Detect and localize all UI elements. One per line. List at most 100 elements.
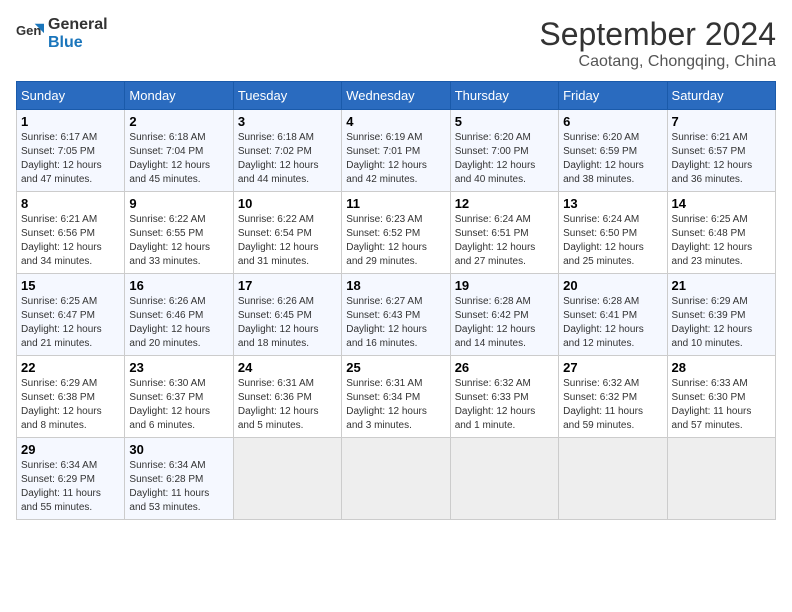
calendar-cell: 21 Sunrise: 6:29 AM Sunset: 6:39 PM Dayli… xyxy=(667,274,775,356)
calendar-cell: 4 Sunrise: 6:19 AM Sunset: 7:01 PM Daylig… xyxy=(342,110,450,192)
day-number: 6 xyxy=(563,114,662,129)
day-number: 14 xyxy=(672,196,771,211)
day-info: Sunrise: 6:22 AM Sunset: 6:55 PM Dayligh… xyxy=(129,213,228,269)
day-info: Sunrise: 6:33 AM Sunset: 6:30 PM Dayligh… xyxy=(672,377,771,433)
day-number: 8 xyxy=(21,196,120,211)
calendar-cell: 11 Sunrise: 6:23 AM Sunset: 6:52 PM Dayli… xyxy=(342,192,450,274)
day-number: 27 xyxy=(563,360,662,375)
calendar-cell: 9Sunrise: 6:22 AM Sunset: 6:55 PM Daylig… xyxy=(125,192,233,274)
day-info: Sunrise: 6:29 AM Sunset: 6:39 PM Dayligh… xyxy=(672,295,771,351)
calendar-cell: 12 Sunrise: 6:24 AM Sunset: 6:51 PM Dayli… xyxy=(450,192,558,274)
day-info: Sunrise: 6:26 AM Sunset: 6:46 PM Dayligh… xyxy=(129,295,228,351)
calendar-cell: 26 Sunrise: 6:32 AM Sunset: 6:33 PM Dayli… xyxy=(450,356,558,438)
day-number: 23 xyxy=(129,360,228,375)
day-number: 20 xyxy=(563,278,662,293)
day-number: 24 xyxy=(238,360,337,375)
day-number: 13 xyxy=(563,196,662,211)
day-info: Sunrise: 6:30 AM Sunset: 6:37 PM Dayligh… xyxy=(129,377,228,433)
calendar-cell: 16 Sunrise: 6:26 AM Sunset: 6:46 PM Dayli… xyxy=(125,274,233,356)
day-info: Sunrise: 6:32 AM Sunset: 6:33 PM Dayligh… xyxy=(455,377,554,433)
calendar-cell: 13Sunrise: 6:24 AM Sunset: 6:50 PM Dayli… xyxy=(559,192,667,274)
weekday-monday: Monday xyxy=(125,82,233,110)
day-number: 25 xyxy=(346,360,445,375)
day-number: 15 xyxy=(21,278,120,293)
calendar-cell: 22Sunrise: 6:29 AM Sunset: 6:38 PM Dayli… xyxy=(17,356,125,438)
logo-icon: Gen xyxy=(16,20,44,48)
day-info: Sunrise: 6:31 AM Sunset: 6:36 PM Dayligh… xyxy=(238,377,337,433)
day-number: 18 xyxy=(346,278,445,293)
logo: Gen General Blue xyxy=(16,16,108,52)
logo-line1: General xyxy=(48,16,108,34)
day-number: 28 xyxy=(672,360,771,375)
calendar-cell: 5Sunrise: 6:20 AM Sunset: 7:00 PM Daylig… xyxy=(450,110,558,192)
weekday-wednesday: Wednesday xyxy=(342,82,450,110)
weekday-friday: Friday xyxy=(559,82,667,110)
calendar-cell xyxy=(233,438,341,520)
weekday-tuesday: Tuesday xyxy=(233,82,341,110)
calendar-cell: 15Sunrise: 6:25 AM Sunset: 6:47 PM Dayli… xyxy=(17,274,125,356)
calendar-week-4: 22Sunrise: 6:29 AM Sunset: 6:38 PM Dayli… xyxy=(17,356,776,438)
calendar-cell: 25 Sunrise: 6:31 AM Sunset: 6:34 PM Dayli… xyxy=(342,356,450,438)
day-info: Sunrise: 6:18 AM Sunset: 7:04 PM Dayligh… xyxy=(129,131,228,187)
day-number: 7 xyxy=(672,114,771,129)
day-info: Sunrise: 6:28 AM Sunset: 6:42 PM Dayligh… xyxy=(455,295,554,351)
calendar-cell: 23 Sunrise: 6:30 AM Sunset: 6:37 PM Dayli… xyxy=(125,356,233,438)
calendar-cell: 6 Sunrise: 6:20 AM Sunset: 6:59 PM Daylig… xyxy=(559,110,667,192)
day-info: Sunrise: 6:17 AM Sunset: 7:05 PM Dayligh… xyxy=(21,131,120,187)
calendar-cell: 14Sunrise: 6:25 AM Sunset: 6:48 PM Dayli… xyxy=(667,192,775,274)
calendar-cell: 29Sunrise: 6:34 AM Sunset: 6:29 PM Dayli… xyxy=(17,438,125,520)
day-number: 2 xyxy=(129,114,228,129)
calendar-cell: 10 Sunrise: 6:22 AM Sunset: 6:54 PM Dayli… xyxy=(233,192,341,274)
day-info: Sunrise: 6:28 AM Sunset: 6:41 PM Dayligh… xyxy=(563,295,662,351)
calendar-cell: 19Sunrise: 6:28 AM Sunset: 6:42 PM Dayli… xyxy=(450,274,558,356)
calendar-cell: 28 Sunrise: 6:33 AM Sunset: 6:30 PM Dayli… xyxy=(667,356,775,438)
day-info: Sunrise: 6:23 AM Sunset: 6:52 PM Dayligh… xyxy=(346,213,445,269)
calendar-week-5: 29Sunrise: 6:34 AM Sunset: 6:29 PM Dayli… xyxy=(17,438,776,520)
logo-line2: Blue xyxy=(48,34,108,52)
day-info: Sunrise: 6:34 AM Sunset: 6:29 PM Dayligh… xyxy=(21,459,120,515)
day-number: 4 xyxy=(346,114,445,129)
day-info: Sunrise: 6:20 AM Sunset: 7:00 PM Dayligh… xyxy=(455,131,554,187)
day-info: Sunrise: 6:21 AM Sunset: 6:57 PM Dayligh… xyxy=(672,131,771,187)
calendar-cell xyxy=(559,438,667,520)
day-number: 1 xyxy=(21,114,120,129)
calendar-cell: 27Sunrise: 6:32 AM Sunset: 6:32 PM Dayli… xyxy=(559,356,667,438)
calendar-week-3: 15Sunrise: 6:25 AM Sunset: 6:47 PM Dayli… xyxy=(17,274,776,356)
day-number: 17 xyxy=(238,278,337,293)
day-number: 12 xyxy=(455,196,554,211)
weekday-saturday: Saturday xyxy=(667,82,775,110)
calendar-cell: 8 Sunrise: 6:21 AM Sunset: 6:56 PM Daylig… xyxy=(17,192,125,274)
day-number: 11 xyxy=(346,196,445,211)
calendar-cell: 24 Sunrise: 6:31 AM Sunset: 6:36 PM Dayli… xyxy=(233,356,341,438)
calendar-cell: 7 Sunrise: 6:21 AM Sunset: 6:57 PM Daylig… xyxy=(667,110,775,192)
day-info: Sunrise: 6:22 AM Sunset: 6:54 PM Dayligh… xyxy=(238,213,337,269)
day-info: Sunrise: 6:21 AM Sunset: 6:56 PM Dayligh… xyxy=(21,213,120,269)
calendar-cell: 1 Sunrise: 6:17 AM Sunset: 7:05 PM Daylig… xyxy=(17,110,125,192)
calendar-cell xyxy=(667,438,775,520)
calendar-cell: 17Sunrise: 6:26 AM Sunset: 6:45 PM Dayli… xyxy=(233,274,341,356)
day-info: Sunrise: 6:19 AM Sunset: 7:01 PM Dayligh… xyxy=(346,131,445,187)
weekday-header-row: SundayMondayTuesdayWednesdayThursdayFrid… xyxy=(17,82,776,110)
day-number: 30 xyxy=(129,442,228,457)
day-number: 22 xyxy=(21,360,120,375)
day-info: Sunrise: 6:24 AM Sunset: 6:51 PM Dayligh… xyxy=(455,213,554,269)
day-number: 21 xyxy=(672,278,771,293)
calendar-cell: 20 Sunrise: 6:28 AM Sunset: 6:41 PM Dayli… xyxy=(559,274,667,356)
title-area: September 2024 Caotang, Chongqing, China xyxy=(539,16,776,71)
calendar-week-1: 1 Sunrise: 6:17 AM Sunset: 7:05 PM Daylig… xyxy=(17,110,776,192)
day-info: Sunrise: 6:18 AM Sunset: 7:02 PM Dayligh… xyxy=(238,131,337,187)
day-number: 26 xyxy=(455,360,554,375)
day-info: Sunrise: 6:34 AM Sunset: 6:28 PM Dayligh… xyxy=(129,459,228,515)
calendar-cell xyxy=(342,438,450,520)
calendar-cell: 18 Sunrise: 6:27 AM Sunset: 6:43 PM Dayli… xyxy=(342,274,450,356)
day-number: 16 xyxy=(129,278,228,293)
day-info: Sunrise: 6:27 AM Sunset: 6:43 PM Dayligh… xyxy=(346,295,445,351)
header: Gen General Blue September 2024 Caotang,… xyxy=(16,16,776,71)
weekday-sunday: Sunday xyxy=(17,82,125,110)
day-info: Sunrise: 6:20 AM Sunset: 6:59 PM Dayligh… xyxy=(563,131,662,187)
day-number: 10 xyxy=(238,196,337,211)
calendar-cell: 30 Sunrise: 6:34 AM Sunset: 6:28 PM Dayli… xyxy=(125,438,233,520)
day-info: Sunrise: 6:31 AM Sunset: 6:34 PM Dayligh… xyxy=(346,377,445,433)
month-title: September 2024 xyxy=(539,16,776,53)
calendar-cell xyxy=(450,438,558,520)
